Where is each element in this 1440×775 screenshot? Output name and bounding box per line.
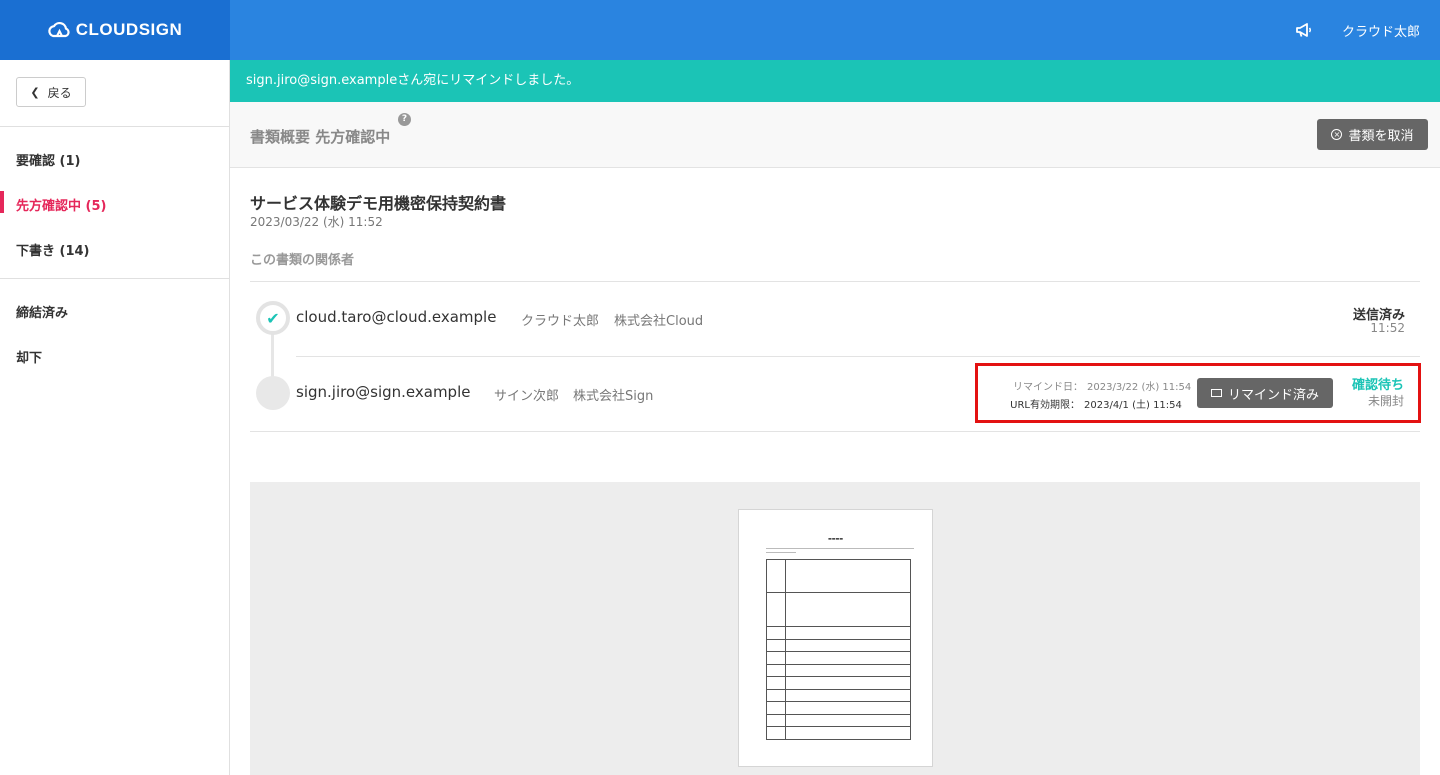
top-bar: クラウド太郎 <box>230 0 1440 60</box>
page-table-row <box>767 701 910 702</box>
page-table-row <box>767 626 910 627</box>
party-name: サイン次郎 <box>494 389 560 404</box>
document-date: 2023/03/22 (水) 11:52 <box>250 215 383 229</box>
party-email: cloud.taro@cloud.example <box>296 308 497 326</box>
sidebar-item-needs-review[interactable]: 要確認 (1) <box>16 150 80 169</box>
party-status-sub: 未開封 <box>1367 394 1404 408</box>
document-name: サービス体験デモ用機密保持契約書 <box>250 194 507 213</box>
remind-notice: sign.jiro@sign.exampleさん宛にリマインドしました。 <box>230 60 1440 102</box>
party-status-node-done: ✔ <box>256 301 290 335</box>
party-status-node-pending <box>256 376 290 410</box>
divider <box>296 356 1420 357</box>
page-table-row <box>767 639 910 640</box>
divider <box>0 126 229 127</box>
sidebar-item-concluded[interactable]: 締結済み <box>16 302 68 321</box>
party-name: クラウド太郎 <box>521 314 600 329</box>
remind-button[interactable]: リマインド済み <box>1197 378 1333 408</box>
url-expiry-value: 2023/4/1 (土) 11:54 <box>1084 400 1182 411</box>
user-menu[interactable]: クラウド太郎 <box>1342 21 1420 40</box>
page-table-row <box>767 651 910 652</box>
party-status: 確認待ち <box>1351 378 1404 393</box>
page-table-row <box>767 726 910 727</box>
check-icon: ✔ <box>266 308 280 328</box>
mail-icon <box>1210 389 1222 397</box>
document-header: 書類概要 先方確認中 ? × 書類を取消 <box>230 102 1440 168</box>
megaphone-icon[interactable] <box>1294 20 1314 40</box>
remind-date-value: 2023/3/22 (水) 11:54 <box>1087 382 1192 393</box>
remind-date-label: リマインド日： <box>1013 382 1083 393</box>
divider <box>250 281 1420 282</box>
page-table-row <box>767 664 910 665</box>
party-company: 株式会社Cloud <box>614 314 704 329</box>
page-table-row <box>767 592 910 593</box>
sidebar: ❮ 戻る 要確認 (1) 先方確認中 (5) 下書き (14) 締結済み 却下 <box>0 60 230 775</box>
logo-text: CLOUDSIGN <box>75 20 183 39</box>
divider <box>250 431 1420 432</box>
back-button[interactable]: ❮ 戻る <box>16 77 86 107</box>
cloud-logo-icon <box>48 22 70 38</box>
back-button-label: 戻る <box>47 85 72 100</box>
page-title: 書類概要 先方確認中 <box>250 128 391 146</box>
party-status-time: 11:52 <box>1370 321 1405 335</box>
page-title-line: ▬▬▬▬ <box>827 536 844 541</box>
page-table-row <box>767 676 910 677</box>
page-table <box>766 559 911 740</box>
sidebar-item-drafts[interactable]: 下書き (14) <box>16 240 90 259</box>
chevron-left-icon: ❮ <box>30 85 40 99</box>
document-preview[interactable]: ▬▬▬▬ <box>250 482 1420 775</box>
page-table-row <box>767 689 910 690</box>
remind-button-label: リマインド済み <box>1227 387 1319 403</box>
parties-heading: この書類の関係者 <box>250 253 355 268</box>
sidebar-item-awaiting-counterparty[interactable]: 先方確認中 (5) <box>16 195 106 214</box>
url-expiry-label: URL有効期限： <box>1010 400 1080 411</box>
cancel-document-label: 書類を取消 <box>1348 129 1414 144</box>
help-icon[interactable]: ? <box>398 113 411 126</box>
page-table-column <box>785 560 786 739</box>
divider <box>0 278 229 279</box>
cancel-document-button[interactable]: × 書類を取消 <box>1317 119 1428 150</box>
page-text-line <box>766 552 796 553</box>
page-table-row <box>767 714 910 715</box>
sidebar-item-rejected[interactable]: 却下 <box>16 347 42 366</box>
timeline-connector <box>271 330 274 380</box>
document-page-thumbnail[interactable]: ▬▬▬▬ <box>738 509 933 767</box>
page-text-line <box>766 548 914 549</box>
party-company: 株式会社Sign <box>573 389 654 404</box>
cancel-circle-icon: × <box>1331 129 1343 140</box>
party-email: sign.jiro@sign.example <box>296 383 471 401</box>
logo[interactable]: CLOUDSIGN <box>0 0 230 60</box>
active-indicator <box>0 191 4 213</box>
